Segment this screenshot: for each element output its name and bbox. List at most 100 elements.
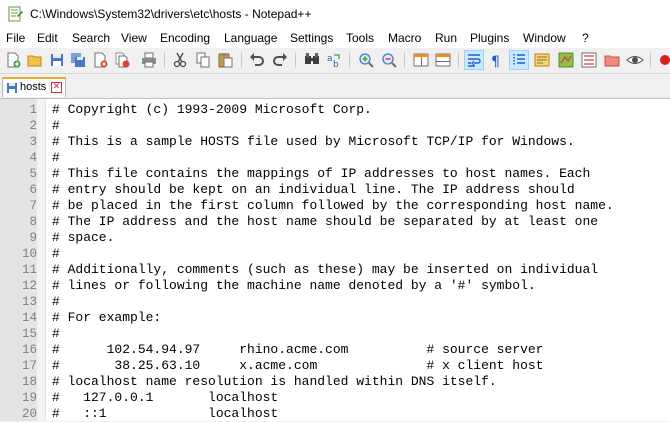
close-all-icon[interactable] <box>113 51 131 69</box>
code-line[interactable]: 4 # <box>0 150 670 166</box>
code-line[interactable]: 5 # This file contains the mappings of IP… <box>0 166 670 182</box>
menu-language[interactable]: Language <box>224 31 277 45</box>
code-line[interactable]: 17 # 38.25.63.10 x.acme.com # x client ho… <box>0 358 670 374</box>
line-number: 10 <box>21 247 37 261</box>
code-text: # This is a sample HOSTS file used by Mi… <box>52 134 575 149</box>
saved-file-icon <box>7 83 17 93</box>
code-line[interactable]: 2 # <box>0 118 670 134</box>
line-number: 1 <box>29 103 37 117</box>
close-file-icon[interactable] <box>91 51 109 69</box>
line-number: 20 <box>21 407 37 421</box>
menu-settings[interactable]: Settings <box>290 31 333 45</box>
code-text: # <box>52 150 60 165</box>
line-number: 8 <box>29 215 37 229</box>
menu-edit[interactable]: Edit <box>37 31 58 45</box>
sync-horizontal-icon[interactable] <box>434 51 452 69</box>
code-line[interactable]: 1 # Copyright (c) 1993-2009 Microsoft Cor… <box>0 102 670 118</box>
code-line[interactable]: 20 # ::1 localhost <box>0 406 670 422</box>
line-number: 6 <box>29 183 37 197</box>
menu-file[interactable]: File <box>6 31 25 45</box>
text-editor[interactable]: 1 # Copyright (c) 1993-2009 Microsoft Cor… <box>0 99 670 421</box>
toolbar: ab ¶ <box>0 48 670 74</box>
line-number: 11 <box>21 263 37 277</box>
svg-text:¶: ¶ <box>491 54 500 69</box>
code-text: # <box>52 246 60 261</box>
svg-text:a: a <box>327 54 333 64</box>
code-text: # The IP address and the host name shoul… <box>52 214 599 229</box>
redo-icon[interactable] <box>271 51 289 69</box>
record-macro-icon[interactable] <box>656 51 670 69</box>
line-number: 9 <box>29 231 37 245</box>
code-text: # localhost name resolution is handled w… <box>52 374 497 389</box>
tab-label: hosts <box>20 81 47 93</box>
copy-icon[interactable] <box>194 51 212 69</box>
code-line[interactable]: 19 # 127.0.0.1 localhost <box>0 390 670 406</box>
function-list-icon[interactable] <box>580 51 598 69</box>
find-icon[interactable] <box>303 51 321 69</box>
save-icon[interactable] <box>48 51 66 69</box>
code-line[interactable]: 11 # Additionally, comments (such as thes… <box>0 262 670 278</box>
tab-close-icon[interactable]: ✕ <box>51 82 62 93</box>
code-text: # 38.25.63.10 x.acme.com # x client host <box>52 358 544 373</box>
window-title: C:\Windows\System32\drivers\etc\hosts - … <box>30 7 312 21</box>
zoom-out-icon[interactable] <box>380 51 398 69</box>
code-line[interactable]: 15 # <box>0 326 670 342</box>
tab-hosts[interactable]: hosts ✕ <box>2 77 66 97</box>
line-number: 13 <box>21 295 37 309</box>
print-icon[interactable] <box>140 51 158 69</box>
menu-window[interactable]: Window <box>523 31 566 45</box>
replace-icon[interactable]: ab <box>325 51 343 69</box>
code-text: # <box>52 326 60 341</box>
line-number: 2 <box>29 119 37 133</box>
paste-icon[interactable] <box>216 51 234 69</box>
code-line[interactable]: 3 # This is a sample HOSTS file used by M… <box>0 134 670 150</box>
code-text: # <box>52 118 60 133</box>
menu-run[interactable]: Run <box>435 31 457 45</box>
code-line[interactable]: 13 # <box>0 294 670 310</box>
new-file-icon[interactable] <box>4 51 22 69</box>
menu-plugins[interactable]: Plugins <box>470 31 509 45</box>
line-number: 7 <box>29 199 37 213</box>
sync-vertical-icon[interactable] <box>412 51 430 69</box>
code-line[interactable]: 12 # lines or following the machine name … <box>0 278 670 294</box>
menu-tools[interactable]: Tools <box>346 31 374 45</box>
code-text: # 102.54.94.97 rhino.acme.com # source s… <box>52 342 544 357</box>
code-line[interactable]: 8 # The IP address and the host name shou… <box>0 214 670 230</box>
menu-search[interactable]: Search <box>72 31 110 45</box>
code-text: # space. <box>52 230 115 245</box>
user-language-icon[interactable] <box>533 51 551 69</box>
indent-guide-icon[interactable] <box>509 50 529 70</box>
line-number: 18 <box>21 375 37 389</box>
code-text: # lines or following the machine name de… <box>52 278 536 293</box>
line-number: 16 <box>21 343 37 357</box>
menu-encoding[interactable]: Encoding <box>160 31 210 45</box>
line-number: 12 <box>21 279 37 293</box>
code-line[interactable]: 6 # entry should be kept on an individual… <box>0 182 670 198</box>
doc-map-icon[interactable] <box>557 51 575 69</box>
menu-help[interactable]: ? <box>582 31 589 45</box>
zoom-in-icon[interactable] <box>357 51 375 69</box>
code-line[interactable]: 14 # For example: <box>0 310 670 326</box>
show-all-characters-icon[interactable]: ¶ <box>487 51 505 69</box>
menu-view[interactable]: View <box>121 31 147 45</box>
monitoring-eye-icon[interactable] <box>626 51 644 69</box>
line-number: 4 <box>29 151 37 165</box>
line-number: 5 <box>29 167 37 181</box>
menu-macro[interactable]: Macro <box>388 31 421 45</box>
code-line[interactable]: 9 # space. <box>0 230 670 246</box>
code-text: # ::1 localhost <box>52 406 279 421</box>
open-file-icon[interactable] <box>26 51 44 69</box>
code-text: # 127.0.0.1 localhost <box>52 390 279 405</box>
folder-workspace-icon[interactable] <box>603 51 621 69</box>
code-line[interactable]: 16 # 102.54.94.97 rhino.acme.com # source… <box>0 342 670 358</box>
code-line[interactable]: 10 # <box>0 246 670 262</box>
save-all-icon[interactable] <box>69 51 87 69</box>
cut-icon[interactable] <box>171 51 189 69</box>
undo-icon[interactable] <box>248 51 266 69</box>
code-line[interactable]: 7 # be placed in the first column followe… <box>0 198 670 214</box>
title-bar: C:\Windows\System32\drivers\etc\hosts - … <box>0 0 670 29</box>
code-text: # be placed in the first column followed… <box>52 198 614 213</box>
word-wrap-icon[interactable] <box>464 50 484 70</box>
code-line[interactable]: 18 # localhost name resolution is handled… <box>0 374 670 390</box>
notepadpp-app-icon <box>8 6 23 22</box>
